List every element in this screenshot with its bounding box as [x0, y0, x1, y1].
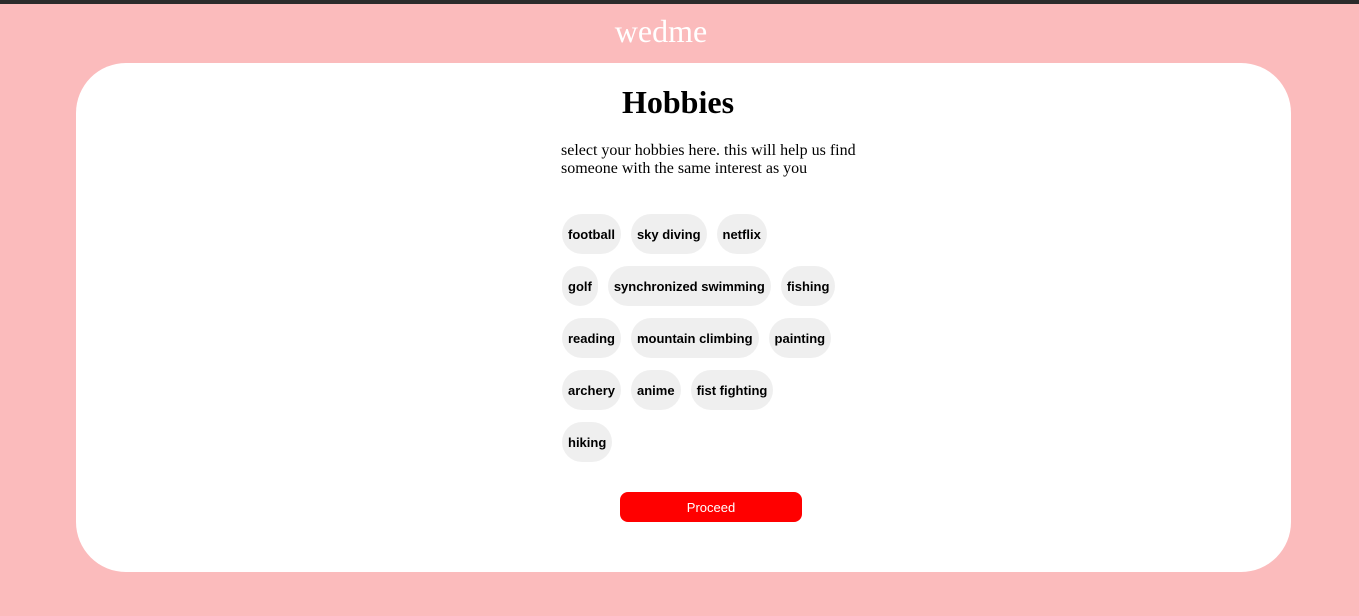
- hobby-chip-reading[interactable]: reading: [562, 318, 621, 358]
- brand-logo: wedme: [614, 13, 708, 49]
- hobby-chip-netflix[interactable]: netflix: [716, 214, 767, 254]
- hobby-chip-fishing[interactable]: fishing: [780, 266, 836, 306]
- hobbies-card: Hobbies select your hobbies here. this w…: [76, 63, 1291, 572]
- hobby-chip-football[interactable]: football: [562, 214, 621, 254]
- page-description: select your hobbies here. this will help…: [561, 142, 856, 177]
- hobby-chip-anime[interactable]: anime: [630, 370, 681, 410]
- hobby-chip-fist-fighting[interactable]: fist fighting: [690, 370, 774, 410]
- hobby-chip-archery[interactable]: archery: [562, 370, 621, 410]
- hobby-chip-list: football sky diving netflix golf synchro…: [562, 214, 852, 462]
- window-top-bar: [0, 0, 1359, 4]
- hobby-chip-golf[interactable]: golf: [562, 266, 598, 306]
- page-title: Hobbies: [621, 84, 735, 120]
- hobby-chip-hiking[interactable]: hiking: [562, 422, 613, 462]
- hobby-chip-sky-diving[interactable]: sky diving: [630, 214, 707, 254]
- hobby-chip-painting[interactable]: painting: [768, 318, 832, 358]
- proceed-button[interactable]: Proceed: [620, 492, 802, 522]
- hobby-chip-mountain-climbing[interactable]: mountain climbing: [630, 318, 759, 358]
- hobby-chip-synchronized-swimming[interactable]: synchronized swimming: [607, 266, 771, 306]
